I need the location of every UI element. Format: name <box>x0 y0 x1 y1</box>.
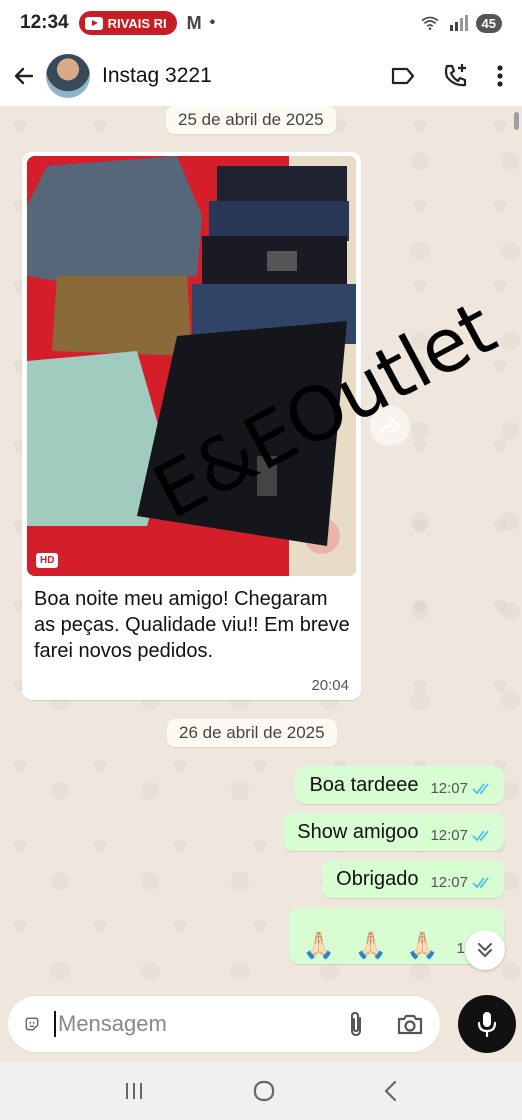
outgoing-message-bubble[interactable]: Boa tardeee 12:07 <box>295 766 504 804</box>
mic-icon <box>477 1012 497 1038</box>
outgoing-message-bubble[interactable]: Show amigoo 12:07 <box>283 813 504 851</box>
contact-name[interactable]: Instag 3221 <box>102 64 212 88</box>
chevron-double-down-icon <box>478 943 492 957</box>
clothing-photo-image <box>27 156 356 576</box>
wifi-icon <box>421 16 439 30</box>
signal-icon <box>449 15 468 31</box>
contact-avatar[interactable] <box>46 54 90 98</box>
read-ticks-icon <box>472 829 489 841</box>
more-vert-icon[interactable] <box>496 64 504 88</box>
outgoing-message-time: 12:07 <box>430 827 468 844</box>
outgoing-message-text: Obrigado <box>336 868 419 890</box>
status-icons: 45 <box>420 13 502 33</box>
mic-button[interactable] <box>458 995 516 1053</box>
message-composer <box>8 996 440 1052</box>
message-meta: 12:07 <box>430 827 494 845</box>
read-ticks-icon <box>472 782 489 794</box>
incoming-message-time: 20:04 <box>311 677 349 694</box>
attach-icon[interactable] <box>346 1010 366 1038</box>
outgoing-message-text: Show amigoo <box>297 821 419 843</box>
incoming-message-text: Boa noite meu amigo! Chegaram as peças. … <box>34 588 350 662</box>
message-meta: 12:07 <box>430 874 494 892</box>
camera-icon[interactable] <box>396 1012 424 1036</box>
read-ticks-icon <box>472 876 489 888</box>
sticker-icon[interactable] <box>24 1010 40 1038</box>
scroll-to-bottom-button[interactable] <box>465 930 505 970</box>
message-meta: 12:07 <box>430 780 494 798</box>
incoming-message-bubble[interactable]: HD Boa noite meu amigo! Chegaram as peça… <box>22 152 361 700</box>
battery-indicator: 45 <box>475 13 502 33</box>
back-nav-icon[interactable] <box>383 1080 399 1102</box>
date-divider: 25 de abril de 2025 <box>166 106 336 134</box>
outgoing-emoji-text: 🙏🏻 🙏🏻 🙏🏻 <box>302 930 445 960</box>
outgoing-message-bubble[interactable]: Obrigado 12:07 <box>322 860 504 898</box>
recent-apps-icon[interactable] <box>123 1081 145 1101</box>
outgoing-message-time: 12:07 <box>430 780 468 797</box>
label-icon[interactable] <box>390 65 416 87</box>
status-bar: 12:34 RIVAIS RI M • 45 <box>0 0 522 46</box>
header-actions <box>390 62 512 90</box>
status-time: 12:34 <box>20 12 69 33</box>
home-icon[interactable] <box>252 1079 276 1103</box>
android-nav-bar <box>0 1062 522 1120</box>
youtube-icon <box>84 16 103 30</box>
hd-badge: HD <box>36 553 59 568</box>
gmail-notification-icon: M <box>186 12 202 33</box>
message-photo[interactable]: HD <box>27 156 356 576</box>
youtube-notification-label: RIVAIS RI <box>107 15 167 31</box>
add-call-icon[interactable] <box>442 62 470 90</box>
chat-header: Instag 3221 <box>0 46 522 106</box>
date-divider: 26 de abril de 2025 <box>167 719 337 747</box>
youtube-notification-pill: RIVAIS RI <box>78 11 177 35</box>
chat-scrollbar[interactable] <box>514 112 519 130</box>
forward-icon <box>379 417 401 435</box>
message-input[interactable] <box>54 1011 346 1037</box>
composer-actions <box>346 1010 424 1038</box>
more-notifications-dot: • <box>209 14 216 31</box>
forward-button[interactable] <box>370 406 410 446</box>
outgoing-message-text: Boa tardeee <box>309 774 419 796</box>
outgoing-message-time: 12:07 <box>430 874 468 891</box>
back-arrow-icon[interactable] <box>10 62 38 90</box>
